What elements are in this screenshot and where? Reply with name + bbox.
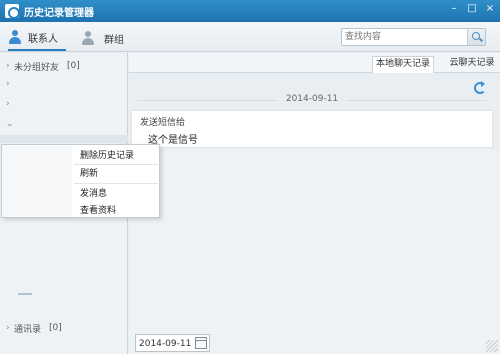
tree-item[interactable]: › [0, 95, 128, 113]
record-tabs: 本地聊天记录 云聊天记录 [129, 53, 500, 73]
tree-item-ungrouped[interactable]: › 未分组好友 [0] [0, 57, 128, 75]
calendar-icon[interactable] [195, 337, 207, 349]
close-button[interactable]: × [483, 2, 497, 16]
contacts-icon [8, 30, 22, 44]
date-separator: 2014-09-11 [137, 94, 487, 106]
tab-contacts-label: 联系人 [28, 33, 58, 45]
menu-separator [74, 164, 158, 165]
tab-groups-label: 群组 [104, 34, 124, 46]
menu-item-view-profile[interactable]: 查看资料 [80, 204, 116, 218]
chevron-right-icon: › [6, 61, 10, 71]
divider [18, 293, 32, 295]
tab-cloud-records[interactable]: 云聊天记录 [444, 56, 500, 73]
chevron-right-icon: › [6, 323, 10, 333]
message-item: 发送短信给 这个是信号 [131, 110, 493, 148]
tree-item-label: 通讯录 [14, 324, 42, 335]
title-bar: 历史记录管理器 – □ × [0, 0, 500, 22]
toolbar: 联系人 群组 [0, 22, 500, 52]
menu-separator [74, 183, 158, 184]
resize-grip[interactable] [486, 340, 498, 352]
tree-selection-highlight [0, 135, 128, 143]
chevron-right-icon: › [6, 79, 10, 89]
tab-groups[interactable]: 群组 [80, 25, 130, 51]
tree-item-label: 未分组好友 [14, 62, 60, 73]
date-separator-text: 2014-09-11 [285, 94, 339, 104]
context-menu-gutter [2, 145, 72, 217]
tree-item-count: [0] [49, 323, 62, 333]
tab-local-records[interactable]: 本地聊天记录 [372, 56, 434, 73]
chevron-down-icon: ⌄ [6, 119, 14, 129]
tree-item-count: [0] [67, 61, 80, 71]
tree-item-expanded[interactable]: ⌄ [0, 115, 128, 133]
minimize-button[interactable]: – [447, 2, 461, 16]
search-box [341, 28, 486, 46]
context-menu: 删除历史记录 刷新 发消息 查看资料 [1, 144, 160, 218]
search-button[interactable] [467, 29, 485, 45]
chevron-right-icon: › [6, 99, 10, 109]
menu-item-delete-history[interactable]: 删除历史记录 [80, 149, 134, 163]
tree-item-recent[interactable]: › 通讯录 [0] [0, 319, 128, 337]
app-icon [5, 4, 20, 19]
tree-item[interactable]: › [0, 75, 128, 93]
date-picker [135, 334, 210, 352]
search-input[interactable] [345, 30, 463, 44]
date-field[interactable] [139, 337, 194, 350]
window-title: 历史记录管理器 [24, 8, 94, 19]
tab-contacts[interactable]: 联系人 [8, 25, 66, 51]
menu-item-refresh[interactable]: 刷新 [80, 167, 98, 181]
refresh-icon[interactable] [474, 81, 486, 94]
maximize-button[interactable]: □ [465, 2, 479, 16]
chat-history-area [129, 150, 500, 324]
groups-icon [80, 31, 98, 45]
message-sender: 发送短信给 [140, 118, 186, 128]
menu-item-send-message[interactable]: 发消息 [80, 187, 107, 201]
